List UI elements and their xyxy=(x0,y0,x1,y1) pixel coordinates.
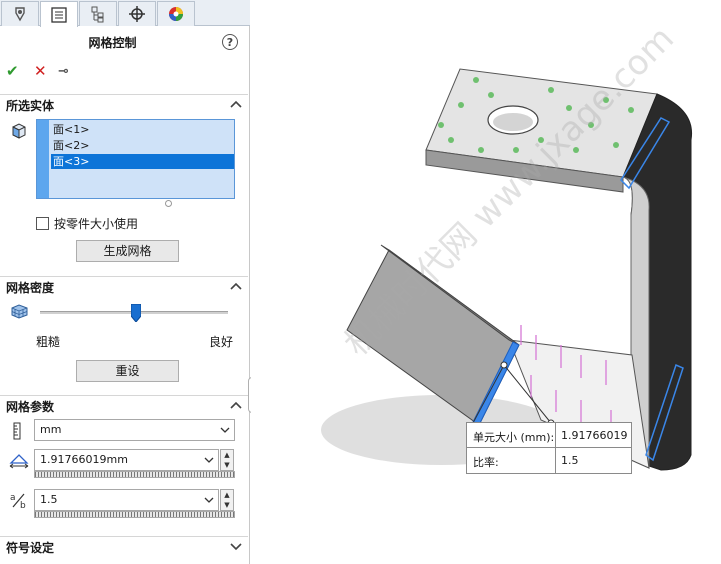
spin-up-icon[interactable]: ▲ xyxy=(221,450,233,460)
selected-entities-header[interactable]: 所选实体 xyxy=(0,94,248,116)
ratio-thumbwheel[interactable] xyxy=(34,511,235,518)
use-part-size-label: 按零件大小使用 xyxy=(54,217,139,231)
callout-size-row: 单元大小 (mm): 1.91766019 xyxy=(467,423,631,448)
face-selection-icon xyxy=(10,122,28,143)
list-item-face-3[interactable]: 面<3> xyxy=(51,154,234,169)
coarse-label: 粗糙 xyxy=(36,335,61,349)
selected-faces-list[interactable]: 面<1> 面<2> 面<3> xyxy=(36,119,235,199)
mesh-callout[interactable]: 单元大小 (mm): 1.91766019 比率: 1.5 xyxy=(466,422,632,474)
mesh-density-icon xyxy=(10,302,30,323)
reset-button[interactable]: 重设 xyxy=(76,360,179,382)
unit-select[interactable]: mm xyxy=(34,419,235,441)
ratio-input[interactable]: 1.5 xyxy=(34,489,219,511)
callout-ratio-value: 1.5 xyxy=(561,454,579,467)
element-size-input[interactable]: 1.91766019mm xyxy=(34,449,219,471)
callout-ratio-label: 比率: xyxy=(473,456,499,469)
fine-label: 良好 xyxy=(209,335,234,349)
symbol-settings-header[interactable]: 符号设定 xyxy=(0,536,248,558)
feature-manager-icon xyxy=(15,7,25,22)
element-size-spinner[interactable]: ▲ ▼ xyxy=(220,449,234,471)
callout-size-label: 单元大小 (mm): xyxy=(473,431,555,444)
mesh-parameters-title: 网格参数 xyxy=(6,400,55,414)
tab-dimxpert-manager[interactable] xyxy=(118,1,156,26)
graphics-viewport[interactable]: 机械时代网 www.jxage.com xyxy=(251,0,721,564)
display-manager-icon xyxy=(169,7,183,21)
svg-text:a: a xyxy=(10,493,16,503)
element-size-value: 1.91766019mm xyxy=(40,453,128,466)
chevron-down-icon xyxy=(204,497,214,503)
tab-configuration-manager[interactable] xyxy=(79,1,117,26)
cancel-icon[interactable]: ✕ xyxy=(34,62,47,80)
element-size-thumbwheel[interactable] xyxy=(34,471,235,478)
use-part-size-checkbox[interactable] xyxy=(36,217,49,230)
property-manager-icon xyxy=(51,6,67,23)
ratio-icon: ab xyxy=(9,491,29,512)
part-model-render[interactable] xyxy=(251,0,721,564)
callout-ratio-row: 比率: 1.5 xyxy=(467,448,631,473)
configuration-manager-icon xyxy=(91,6,104,23)
unit-select-value: mm xyxy=(40,423,62,436)
symbol-settings-title: 符号设定 xyxy=(6,541,55,555)
mesh-parameters-header[interactable]: 网格参数 xyxy=(0,395,248,417)
callout-anchor[interactable] xyxy=(500,361,508,369)
collapse-chevron-icon[interactable] xyxy=(230,280,242,290)
tab-property-manager[interactable] xyxy=(40,1,78,27)
mesh-density-slider-thumb[interactable] xyxy=(130,303,142,323)
help-icon[interactable]: ? xyxy=(222,34,238,50)
tab-feature-manager[interactable] xyxy=(1,1,39,26)
property-manager-panel: 网格控制 ? ✔ ✕ ⊸ 所选实体 面<1> 面<2> 面<3> 按零件大小使用… xyxy=(0,0,260,564)
panel-title: 网格控制 xyxy=(88,36,137,50)
tab-display-manager[interactable] xyxy=(157,1,195,26)
element-size-icon xyxy=(9,451,29,472)
mesh-density-title: 网格密度 xyxy=(6,281,55,295)
chevron-down-icon xyxy=(204,457,214,463)
ratio-value: 1.5 xyxy=(40,493,58,506)
spin-up-icon[interactable]: ▲ xyxy=(221,490,233,500)
list-item-face-2[interactable]: 面<2> xyxy=(51,138,234,153)
dimxpert-icon xyxy=(129,6,145,22)
list-item-face-1[interactable]: 面<1> xyxy=(51,122,234,137)
ratio-spinner[interactable]: ▲ ▼ xyxy=(220,489,234,511)
svg-text:b: b xyxy=(20,501,26,509)
mounting-hole-inner xyxy=(493,113,533,131)
ok-icon[interactable]: ✔ xyxy=(6,62,19,80)
mesh-density-header[interactable]: 网格密度 xyxy=(0,276,248,298)
spin-down-icon[interactable]: ▼ xyxy=(221,500,233,510)
spin-down-icon[interactable]: ▼ xyxy=(221,460,233,470)
selected-entities-title: 所选实体 xyxy=(6,99,55,113)
unit-ruler-icon xyxy=(9,422,25,443)
list-resize-handle[interactable] xyxy=(165,200,172,207)
chevron-down-icon xyxy=(220,427,230,433)
list-color-strip xyxy=(37,120,49,198)
pin-icon[interactable]: ⊸ xyxy=(58,64,69,79)
generate-mesh-button[interactable]: 生成网格 xyxy=(76,240,179,262)
collapse-chevron-icon[interactable] xyxy=(230,399,242,409)
callout-size-value: 1.91766019 xyxy=(561,429,628,442)
collapse-chevron-icon[interactable] xyxy=(230,98,242,108)
expand-chevron-icon[interactable] xyxy=(230,540,242,551)
manager-tabs xyxy=(0,0,250,27)
